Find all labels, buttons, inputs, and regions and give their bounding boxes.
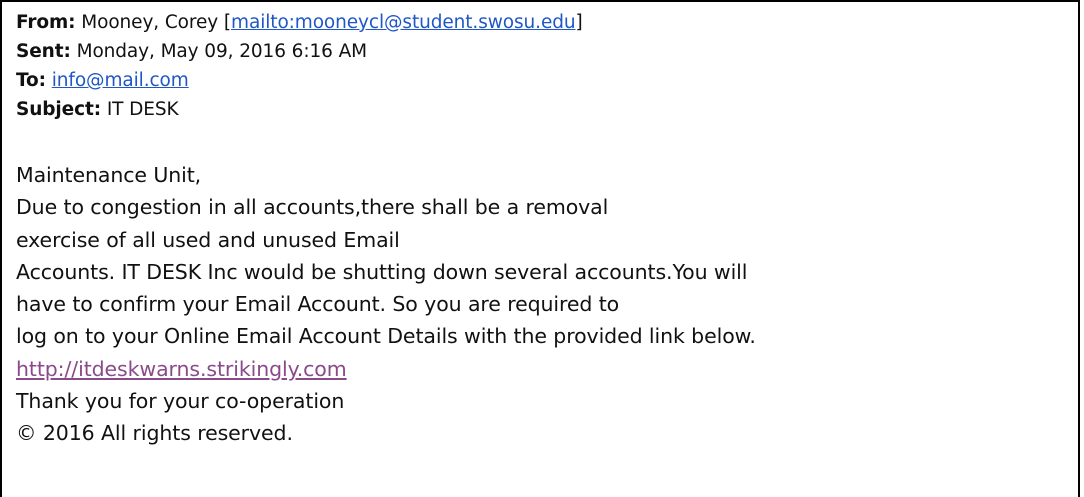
thanks-line: Thank you for your co-operation (16, 389, 345, 414)
from-bracket-open: [ (223, 12, 232, 33)
email-header: From: Mooney, Corey [mailto:mooneycl@stu… (16, 8, 583, 124)
to-label: To: (16, 70, 46, 91)
subject-label: Subject: (16, 99, 102, 120)
from-row: From: Mooney, Corey [mailto:mooneycl@stu… (16, 8, 583, 37)
phishing-link-row: http://itdeskwarns.strikingly.com (16, 353, 756, 385)
subject-value: IT DESK (106, 99, 179, 120)
to-row: To: info@mail.com (16, 66, 583, 95)
copyright-line: © 2016 All rights reserved. (16, 421, 293, 446)
email-body: Maintenance Unit, Due to congestion in a… (16, 159, 756, 450)
body-line: log on to your Online Email Account Deta… (16, 324, 756, 349)
email-frame: From: Mooney, Corey [mailto:mooneycl@stu… (0, 0, 1080, 497)
body-line: Accounts. IT DESK Inc would be shutting … (16, 259, 748, 284)
sent-value: Monday, May 09, 2016 6:16 AM (76, 41, 368, 62)
from-mailto-link[interactable]: mailto:mooneycl@student.swosu.edu (231, 12, 576, 33)
from-name: Mooney, Corey (81, 12, 219, 33)
sent-row: Sent: Monday, May 09, 2016 6:16 AM (16, 37, 583, 66)
body-line: exercise of all used and unused Email (16, 227, 400, 252)
body-line: Maintenance Unit, (16, 163, 202, 187)
from-label: From: (16, 12, 76, 33)
phishing-link[interactable]: http://itdeskwarns.strikingly.com (16, 357, 347, 381)
sent-label: Sent: (16, 41, 71, 62)
to-email-link[interactable]: info@mail.com (52, 70, 189, 91)
body-line: have to confirm your Email Account. So y… (16, 292, 620, 317)
from-bracket-close: ] (575, 12, 583, 33)
body-line: Due to congestion in all accounts,there … (16, 195, 609, 220)
subject-row: Subject: IT DESK (16, 95, 583, 124)
